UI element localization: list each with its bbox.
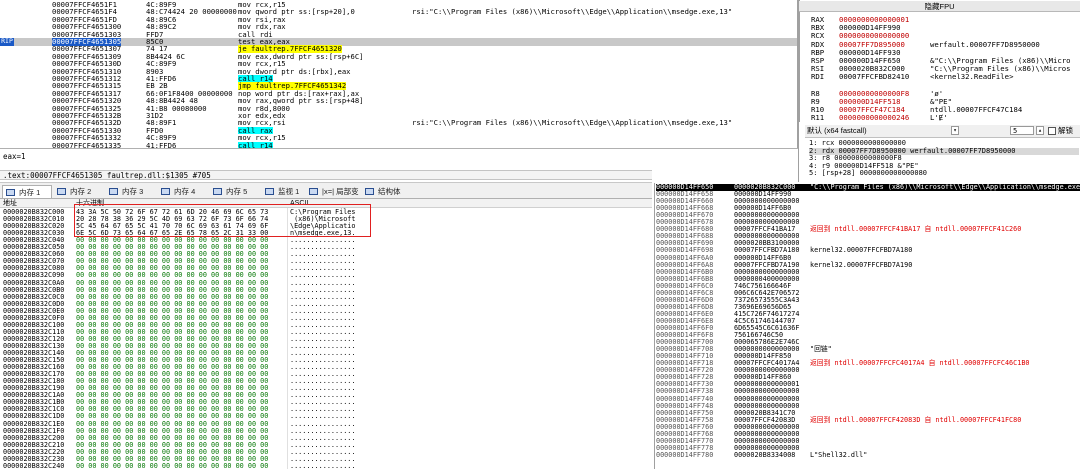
- selection-highlight-box: [74, 204, 371, 237]
- stack-value[interactable]: 0000020B8334008: [734, 452, 795, 459]
- tab-7[interactable]: |x=| 局部变量: [306, 185, 360, 198]
- status-strip: [0, 148, 798, 162]
- tab-label: 内存 4: [174, 187, 195, 196]
- register-name: R11: [811, 114, 824, 122]
- disasm-row[interactable]: 00007FFCF4651F4 48:C74424 20 00000000 mov …: [0, 8, 798, 16]
- tab-icon: [6, 189, 15, 196]
- tab-5[interactable]: 内存 5: [210, 185, 260, 198]
- tab-label: 内存 1: [19, 188, 40, 197]
- register-comment: L'Ɇ': [930, 114, 948, 122]
- rip-marker: RIP: [0, 38, 14, 46]
- stack-address: 000000D14FF780: [656, 452, 713, 459]
- callconv-bar: 默认 (x64 fastcall) ▾ 5 ▴ 解锁: [805, 125, 1080, 137]
- tab-4[interactable]: 内存 4: [158, 185, 208, 198]
- arg-count-spinner[interactable]: 5: [1010, 126, 1034, 135]
- hide-fpu-button[interactable]: 隐藏FPU: [799, 1, 1080, 12]
- tab-label: 内存 5: [226, 187, 247, 196]
- tab-icon: [309, 188, 318, 195]
- unlock-checkbox[interactable]: [1048, 127, 1056, 135]
- register-comment: werfault.00007FF7D8950000: [930, 41, 1040, 49]
- spin-arrow-icon[interactable]: ▴: [1036, 126, 1044, 135]
- tab-icon: [265, 188, 274, 195]
- tab-label: 内存 2: [70, 187, 91, 196]
- tab-icon: [161, 188, 170, 195]
- tab-8[interactable]: 结构体: [362, 185, 408, 198]
- tab-icon: [213, 188, 222, 195]
- callconv-label: 默认 (x64 fastcall): [807, 125, 867, 137]
- tab-2[interactable]: 内存 2: [54, 185, 104, 198]
- callconv-arg[interactable]: 5: [rsp+28] 0000000000000080: [809, 170, 927, 178]
- stack-row[interactable]: 000000D14FF780 0000020B8334008 L"Shell32.d…: [656, 452, 1080, 459]
- disassembly-view[interactable]: 00007FFCF4651F1 4C:89F9 mov rcx,r15 00007FF…: [0, 0, 798, 148]
- tab-icon: [57, 188, 66, 195]
- memory-tab-bar: 内存 1 内存 2 内存 3 内存 4 内存 5 监视 1 |x=| 局部变量 结构体: [0, 182, 652, 199]
- tab-label: 内存 3: [122, 187, 143, 196]
- stack-comment: L"Shell32.dll": [810, 452, 867, 459]
- register-name: RDI: [811, 73, 824, 81]
- register-value[interactable]: 00007FFCFBD82410: [839, 73, 909, 81]
- callconv-args: 1: rcx 0000000000000000 2: rdx 00007FF7D8…: [805, 137, 1080, 177]
- tab-6[interactable]: 监视 1: [262, 185, 304, 198]
- unlock-label: 解锁: [1058, 125, 1073, 137]
- tab-icon: [109, 188, 118, 195]
- register-value[interactable]: 0000000000000246: [839, 114, 909, 122]
- address-info-line: .text:00007FFCF4651305 faultrep.dll:$130…: [0, 170, 652, 180]
- tab-3[interactable]: 内存 3: [106, 185, 156, 198]
- dump-header-address: 地址: [3, 199, 17, 208]
- register-comment: <kernel32.ReadFile>: [930, 73, 1013, 81]
- instruction-comment: rsi:"C:\\Program Files (x86)\\Microsoft\…: [412, 8, 732, 16]
- instruction-comment: rsi:"C:\\Program Files (x86)\\Microsoft\…: [412, 119, 732, 127]
- tab-1[interactable]: 内存 1: [2, 185, 52, 198]
- tab-label: 结构体: [378, 187, 401, 196]
- tab-icon: [365, 188, 374, 195]
- eax-info: eax=1: [3, 152, 26, 161]
- tab-label: 监视 1: [278, 187, 299, 196]
- chevron-down-icon[interactable]: ▾: [951, 126, 959, 135]
